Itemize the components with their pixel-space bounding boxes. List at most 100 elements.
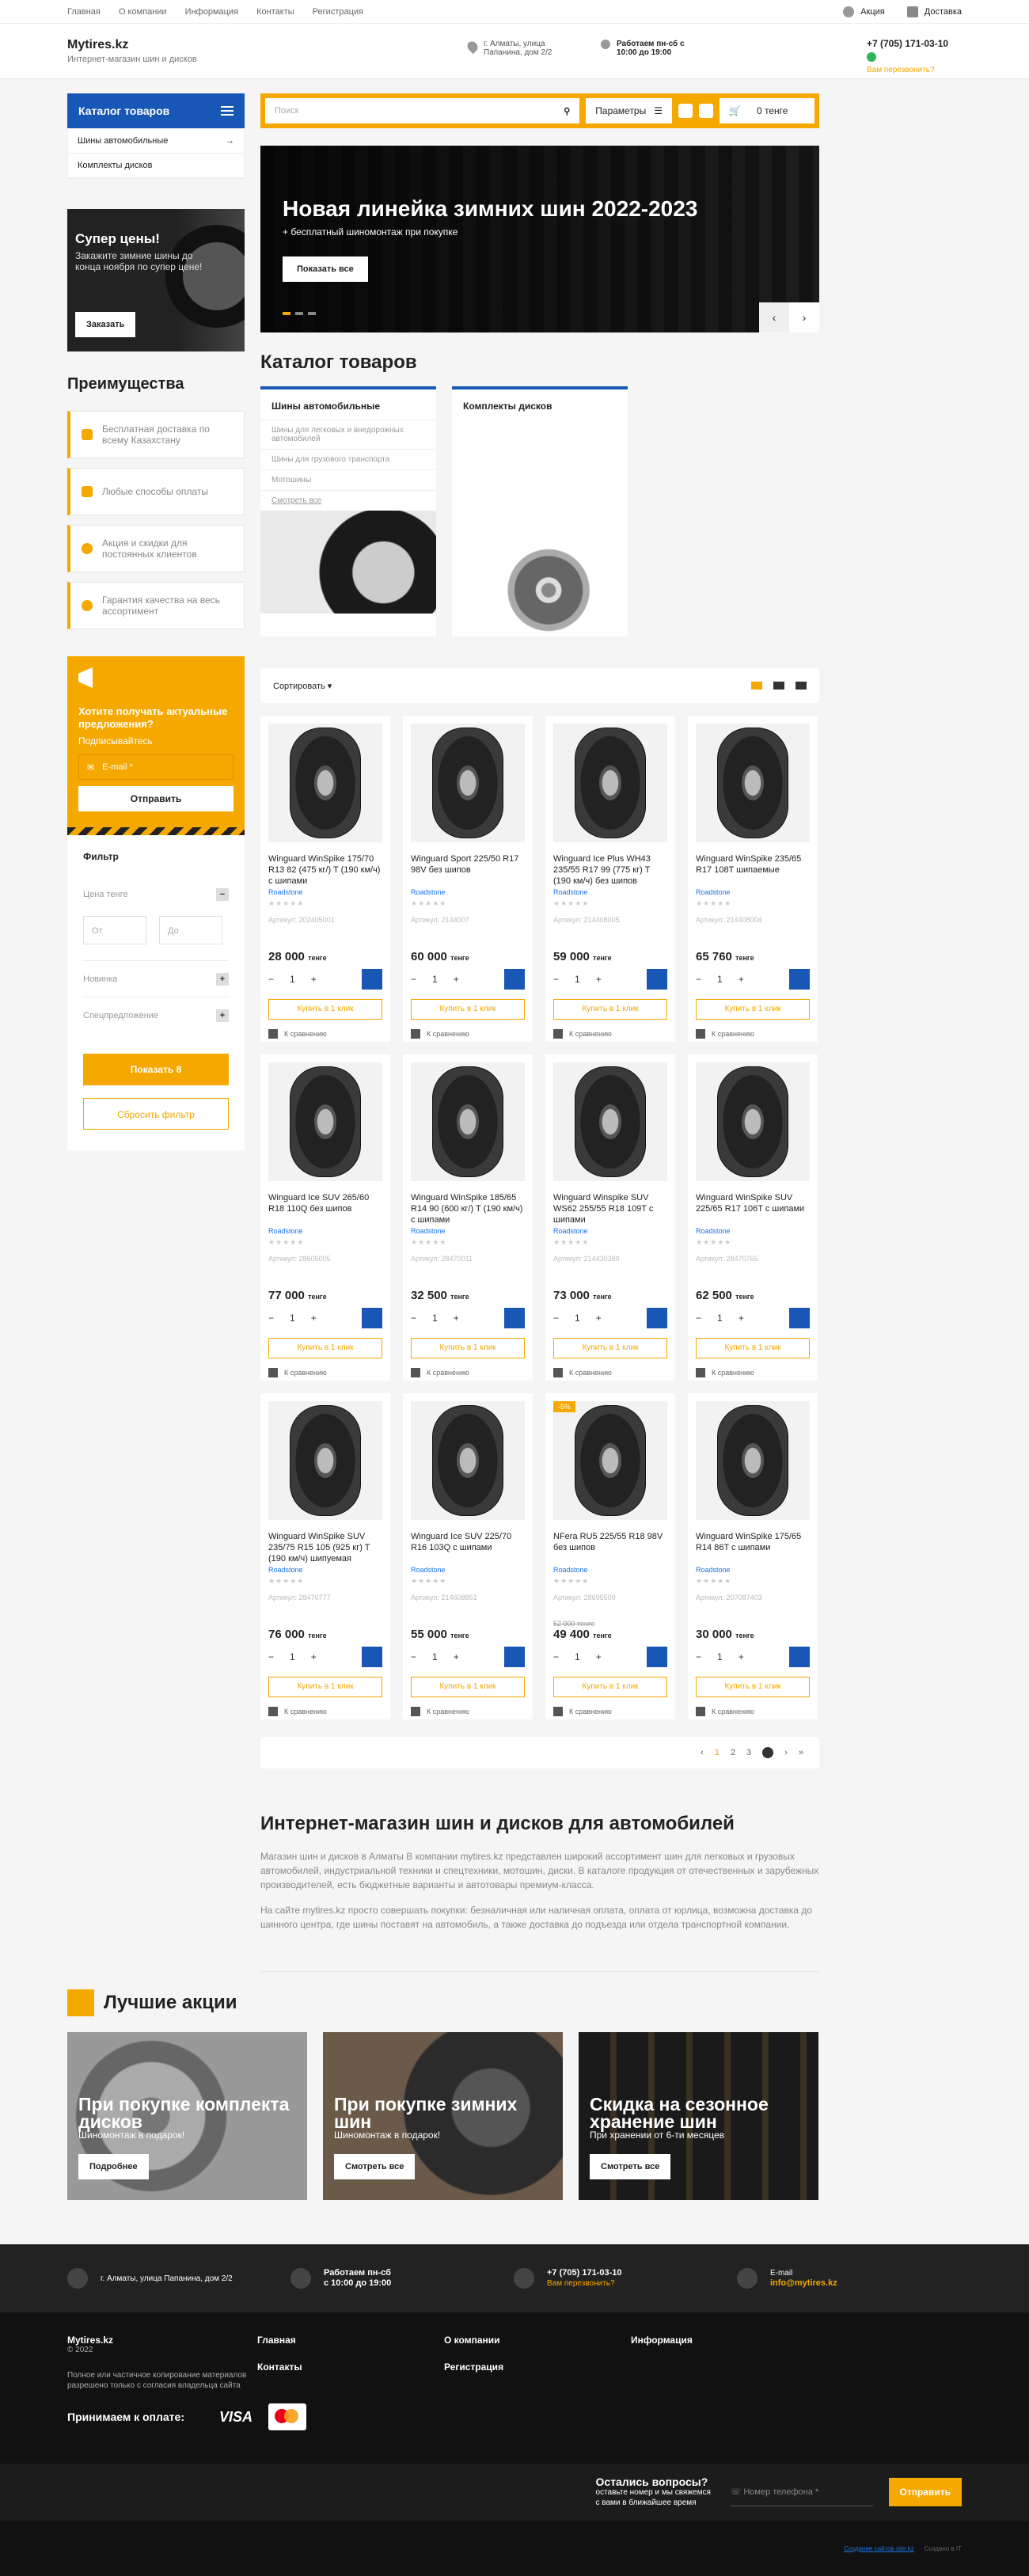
- expand-icon[interactable]: +: [216, 1009, 229, 1022]
- category-link[interactable]: Шины для грузового транспорта: [260, 449, 436, 469]
- product-image[interactable]: [696, 1062, 810, 1181]
- rating-stars[interactable]: ★★★★★: [696, 1577, 810, 1586]
- add-to-cart-button[interactable]: [504, 1308, 525, 1328]
- product-name[interactable]: Winguard Winspike SUV WS62 255/55 R18 10…: [553, 1192, 667, 1225]
- product-image[interactable]: [268, 1062, 382, 1181]
- plus-button[interactable]: +: [596, 974, 602, 985]
- add-to-cart-button[interactable]: [504, 969, 525, 990]
- rating-stars[interactable]: ★★★★★: [268, 899, 382, 908]
- product-name[interactable]: Winguard WinSpike 175/70 R13 82 (475 кг/…: [268, 853, 382, 887]
- catalog-item-disks[interactable]: Комплекты дисков: [68, 154, 244, 178]
- promo-button[interactable]: Подробнее: [78, 2154, 149, 2179]
- rating-stars[interactable]: ★★★★★: [696, 899, 810, 908]
- slider-dots[interactable]: [283, 312, 316, 315]
- quantity-stepper[interactable]: − 1 +: [696, 974, 744, 985]
- rating-stars[interactable]: ★★★★★: [553, 1577, 667, 1586]
- product-image[interactable]: [696, 724, 810, 842]
- compare-link[interactable]: К сравнению: [268, 1368, 327, 1377]
- plus-button[interactable]: +: [739, 1313, 744, 1324]
- actions-link[interactable]: Акция: [843, 6, 885, 17]
- order-button[interactable]: Заказать: [75, 312, 136, 337]
- product-name[interactable]: Winguard Ice SUV 265/60 R18 110Q без шип…: [268, 1192, 382, 1225]
- product-image[interactable]: [411, 724, 525, 842]
- more-pages-icon[interactable]: [762, 1747, 774, 1758]
- rating-stars[interactable]: ★★★★★: [553, 899, 667, 908]
- product-name[interactable]: NFera RU5 225/55 R18 98V без шипов: [553, 1531, 667, 1564]
- product-card[interactable]: Winguard Ice Plus WH43 235/55 R17 99 (77…: [545, 716, 675, 1042]
- add-to-cart-button[interactable]: [647, 1308, 667, 1328]
- buy-one-click-button[interactable]: Купить в 1 клик: [696, 1677, 810, 1697]
- product-brand[interactable]: Roadstone: [411, 888, 525, 896]
- whatsapp-icon[interactable]: [867, 52, 876, 62]
- reset-filter-button[interactable]: Сбросить фильтр: [83, 1098, 229, 1130]
- quantity-stepper[interactable]: − 1 +: [268, 1313, 317, 1324]
- rating-stars[interactable]: ★★★★★: [411, 1577, 525, 1586]
- product-name[interactable]: Winguard Sport 225/50 R17 98V без шипов: [411, 853, 525, 887]
- developer-link[interactable]: Создание сайтов site.kz: [844, 2545, 913, 2552]
- buy-one-click-button[interactable]: Купить в 1 клик: [268, 1677, 382, 1697]
- product-card[interactable]: Winguard WinSpike SUV 225/65 R17 106T с …: [688, 1054, 818, 1381]
- minus-button[interactable]: −: [411, 1313, 416, 1324]
- catalog-item-tires[interactable]: Шины автомобильные →: [68, 129, 244, 154]
- product-card[interactable]: Winguard Sport 225/50 R17 98V без шипов …: [403, 716, 533, 1042]
- plus-button[interactable]: +: [596, 1313, 602, 1324]
- quantity-stepper[interactable]: − 1 +: [268, 974, 317, 985]
- quantity-stepper[interactable]: − 1 +: [553, 1313, 602, 1324]
- product-brand[interactable]: Roadstone: [268, 1566, 382, 1574]
- promo-card[interactable]: Скидка на сезонное хранение шин При хран…: [579, 2032, 818, 2200]
- callback-link[interactable]: Вам перезвонить?: [867, 66, 935, 74]
- header-phone[interactable]: +7 (705) 171-03-10 Вам перезвонить?: [867, 38, 948, 74]
- minus-button[interactable]: −: [268, 974, 274, 985]
- product-card[interactable]: Winguard WinSpike 185/65 R14 90 (600 кг/…: [403, 1054, 533, 1381]
- plus-button[interactable]: +: [311, 974, 317, 985]
- minus-button[interactable]: −: [696, 1651, 701, 1662]
- compare-link[interactable]: К сравнению: [268, 1707, 327, 1716]
- product-card[interactable]: Winguard WinSpike SUV 235/75 R15 105 (92…: [260, 1393, 390, 1719]
- quantity-value[interactable]: 1: [290, 1313, 295, 1324]
- product-brand[interactable]: Roadstone: [696, 1227, 810, 1235]
- minus-button[interactable]: −: [411, 974, 416, 985]
- add-to-cart-button[interactable]: [362, 969, 382, 990]
- filter-new[interactable]: Новинка +: [83, 960, 229, 997]
- buy-one-click-button[interactable]: Купить в 1 клик: [696, 999, 810, 1020]
- promo-button[interactable]: Смотреть все: [334, 2154, 416, 2179]
- buy-one-click-button[interactable]: Купить в 1 клик: [268, 1338, 382, 1358]
- params-button[interactable]: Параметры ☰: [586, 98, 672, 123]
- nav-info[interactable]: Информация: [185, 7, 238, 17]
- quantity-value[interactable]: 1: [575, 1651, 580, 1662]
- product-brand[interactable]: Roadstone: [696, 888, 810, 896]
- product-brand[interactable]: Roadstone: [411, 1227, 525, 1235]
- product-card[interactable]: Winguard WinSpike 235/65 R17 108T шипаем…: [688, 716, 818, 1042]
- footer-logo[interactable]: Mytires.kz: [67, 2335, 257, 2346]
- quantity-value[interactable]: 1: [290, 974, 295, 985]
- search-icon[interactable]: ⚲: [564, 106, 570, 116]
- compare-link[interactable]: К сравнению: [411, 1707, 469, 1716]
- add-to-cart-button[interactable]: [647, 1647, 667, 1667]
- product-image[interactable]: [411, 1401, 525, 1520]
- buy-one-click-button[interactable]: Купить в 1 клик: [268, 999, 382, 1020]
- product-image[interactable]: [553, 1062, 667, 1181]
- plus-button[interactable]: +: [454, 1313, 459, 1324]
- product-brand[interactable]: Roadstone: [411, 1566, 525, 1574]
- footer-link-about[interactable]: О компании: [444, 2335, 631, 2346]
- price-from-input[interactable]: От: [83, 916, 146, 944]
- footer-link-register[interactable]: Регистрация: [444, 2361, 631, 2373]
- nav-register[interactable]: Регистрация: [313, 7, 363, 17]
- product-card[interactable]: Winguard WinSpike 175/70 R13 82 (475 кг/…: [260, 716, 390, 1042]
- product-card[interactable]: Winguard WinSpike 175/65 R14 86T с шипам…: [688, 1393, 818, 1719]
- minus-button[interactable]: −: [553, 974, 559, 985]
- pager-page[interactable]: 1: [715, 1748, 720, 1757]
- product-name[interactable]: Winguard WinSpike 175/65 R14 86T с шипам…: [696, 1531, 810, 1564]
- quantity-value[interactable]: 1: [717, 1651, 723, 1662]
- pager-page[interactable]: 2: [731, 1748, 735, 1757]
- slider-next-button[interactable]: ›: [789, 302, 819, 332]
- footer-link-contacts[interactable]: Контакты: [257, 2361, 444, 2373]
- product-card[interactable]: Winguard Ice SUV 265/60 R18 110Q без шип…: [260, 1054, 390, 1381]
- quantity-value[interactable]: 1: [575, 1313, 580, 1324]
- delivery-link[interactable]: Доставка: [906, 6, 962, 17]
- minus-button[interactable]: −: [553, 1651, 559, 1662]
- quantity-stepper[interactable]: − 1 +: [696, 1313, 744, 1324]
- product-brand[interactable]: Roadstone: [696, 1566, 810, 1574]
- slider-prev-button[interactable]: ‹: [759, 302, 789, 332]
- collapse-icon[interactable]: −: [216, 888, 229, 901]
